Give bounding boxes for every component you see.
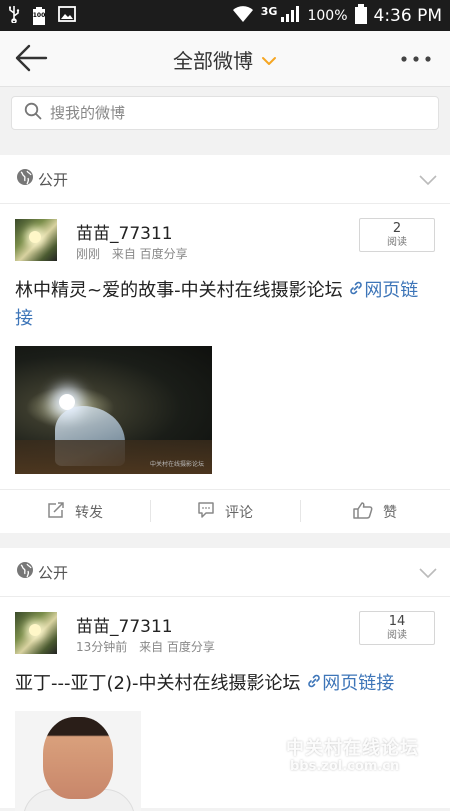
read-count-badge: 2 阅读 [359,218,435,252]
username[interactable]: 苗苗_77311 [76,219,173,244]
chevron-down-icon[interactable] [418,171,438,190]
post-time: 13分钟前 [76,640,128,654]
globe-icon [16,168,34,190]
repost-icon [47,501,65,523]
back-arrow-icon [14,44,48,77]
back-button[interactable] [14,43,54,75]
repost-label: 转发 [75,504,103,521]
battery-small-label: 100 [32,11,46,19]
chevron-down-icon[interactable] [418,564,438,583]
avatar[interactable] [15,219,57,261]
post-text: 亚丁---亚丁(2)-中关村在线摄影论坛 网页链接 [15,670,435,698]
search-icon [24,102,42,124]
chevron-down-icon [261,47,277,71]
privacy-label: 公开 [38,170,69,189]
link-icon [348,280,364,301]
page-title: 全部微博 [173,48,253,73]
read-label: 阅读 [387,630,407,641]
post-author-row: 苗苗_77311 13分钟前 来自 百度分享 14 阅读 [0,597,450,665]
read-count-badge: 14 阅读 [359,611,435,645]
post-meta: 13分钟前 来自 百度分享 [76,638,215,655]
web-link[interactable]: 网页链接 [306,673,394,694]
search-input[interactable] [48,103,422,123]
post-time: 刚刚 [76,247,101,261]
status-bar: 100 3G 100% 4:36 PM [0,0,450,31]
post-header: 公开 [0,155,450,204]
battery-percent: 100% [307,7,348,24]
privacy-label: 公开 [38,563,69,582]
post-image[interactable] [15,711,141,811]
more-button[interactable] [398,45,434,73]
post-text: 林中精灵~爱的故事-中关村在线摄影论坛 网页链接 [15,277,435,333]
image-watermark: 中关村在线摄影论坛 [149,461,204,468]
avatar[interactable] [15,612,57,654]
post-header: 公开 [0,548,450,597]
read-count: 2 [392,221,402,236]
globe-icon [16,561,34,583]
network-type: 3G [260,5,278,18]
signal-icon [280,5,300,27]
usb-icon [8,5,20,27]
post-image[interactable]: 中关村在线摄影论坛 [15,346,212,474]
post-actions: 转发 评论 赞 [0,489,450,533]
username[interactable]: 苗苗_77311 [76,612,173,637]
thumbs-up-icon [353,501,373,523]
battery-icon [354,3,367,28]
post-text-content: 亚丁---亚丁(2)-中关村在线摄影论坛 [15,673,301,694]
post-author-row: 苗苗_77311 刚刚 来自 百度分享 2 阅读 [0,204,450,272]
read-label: 阅读 [387,237,407,248]
nav-bar: 全部微博 [0,31,450,87]
comment-icon [197,501,215,523]
more-icon [398,56,434,77]
read-count: 14 [388,614,406,629]
clock: 4:36 PM [373,5,443,26]
repost-button[interactable]: 转发 [0,490,150,533]
post-meta: 刚刚 来自 百度分享 [76,245,188,262]
web-link-label: 网页链接 [322,673,395,694]
post-text-content: 林中精灵~爱的故事-中关村在线摄影论坛 [15,280,343,301]
post-source: 来自 百度分享 [139,640,215,654]
comment-label: 评论 [225,504,253,521]
feed-filter-dropdown[interactable]: 全部微博 [173,45,277,74]
like-label: 赞 [383,504,397,521]
post-card: 公开 苗苗_77311 13分钟前 来自 百度分享 14 阅读 亚丁---亚丁(… [0,548,450,811]
wifi-icon [232,5,254,27]
image-icon [58,5,76,26]
search-area [0,88,450,140]
like-button[interactable]: 赞 [300,490,450,533]
battery-small-icon: 100 [32,6,46,26]
post-source: 来自 百度分享 [111,247,188,261]
post-card: 公开 苗苗_77311 刚刚 来自 百度分享 2 阅读 林中精灵~爱的故事-中关… [0,155,450,533]
comment-button[interactable]: 评论 [150,490,300,533]
link-icon [306,673,322,694]
search-box[interactable] [11,96,439,130]
